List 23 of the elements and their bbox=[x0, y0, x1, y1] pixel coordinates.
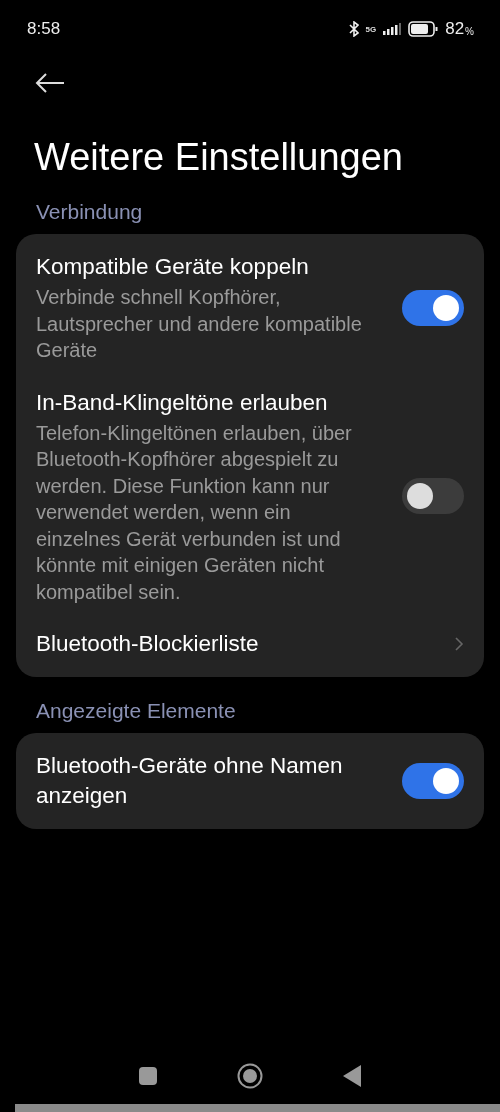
clock: 8:58 bbox=[27, 19, 61, 39]
toggle-switch[interactable] bbox=[402, 289, 464, 326]
percent-sign: % bbox=[465, 26, 474, 37]
setting-title: Bluetooth-Blockierliste bbox=[36, 630, 260, 658]
bluetooth-icon bbox=[348, 21, 359, 37]
signal-icon bbox=[383, 23, 402, 35]
setting-title: Kompatible Geräte koppeln bbox=[36, 253, 310, 281]
network-type: 5G bbox=[365, 24, 377, 34]
toggle-switch[interactable] bbox=[402, 478, 464, 515]
setting-description: Verbinde schnell Kopfhörer, Lautsprecher und andere kompatible Geräte bbox=[36, 285, 363, 363]
setting-description: Telefon-Klingeltönen erlauben, über Bluetooth-Kopfhörer abgespielt zu werden. Diese Funktion kann nur verwendet werden, wenn ein einzelnes Gerät verbunden ist und könnte mit einigen Geräten nicht kompatibel sein. bbox=[36, 420, 353, 605]
recents-button[interactable] bbox=[139, 1067, 157, 1085]
battery-icon bbox=[408, 21, 439, 37]
back-nav-button[interactable] bbox=[343, 1065, 361, 1087]
setting-title: In-Band-Klingeltöne erlauben bbox=[36, 388, 329, 417]
battery-percentage: 82 bbox=[445, 19, 465, 39]
home-button[interactable] bbox=[237, 1063, 263, 1089]
section-header: Verbindung bbox=[36, 200, 144, 224]
section-header: Angezeigte Elemente bbox=[36, 699, 237, 723]
setting-title: Bluetooth-Geräte ohne Namen anzeigen bbox=[36, 752, 344, 810]
page-title: Weitere Einstellungen bbox=[34, 135, 404, 180]
chevron-icon[interactable] bbox=[454, 636, 464, 652]
toggle-switch[interactable] bbox=[402, 763, 464, 799]
